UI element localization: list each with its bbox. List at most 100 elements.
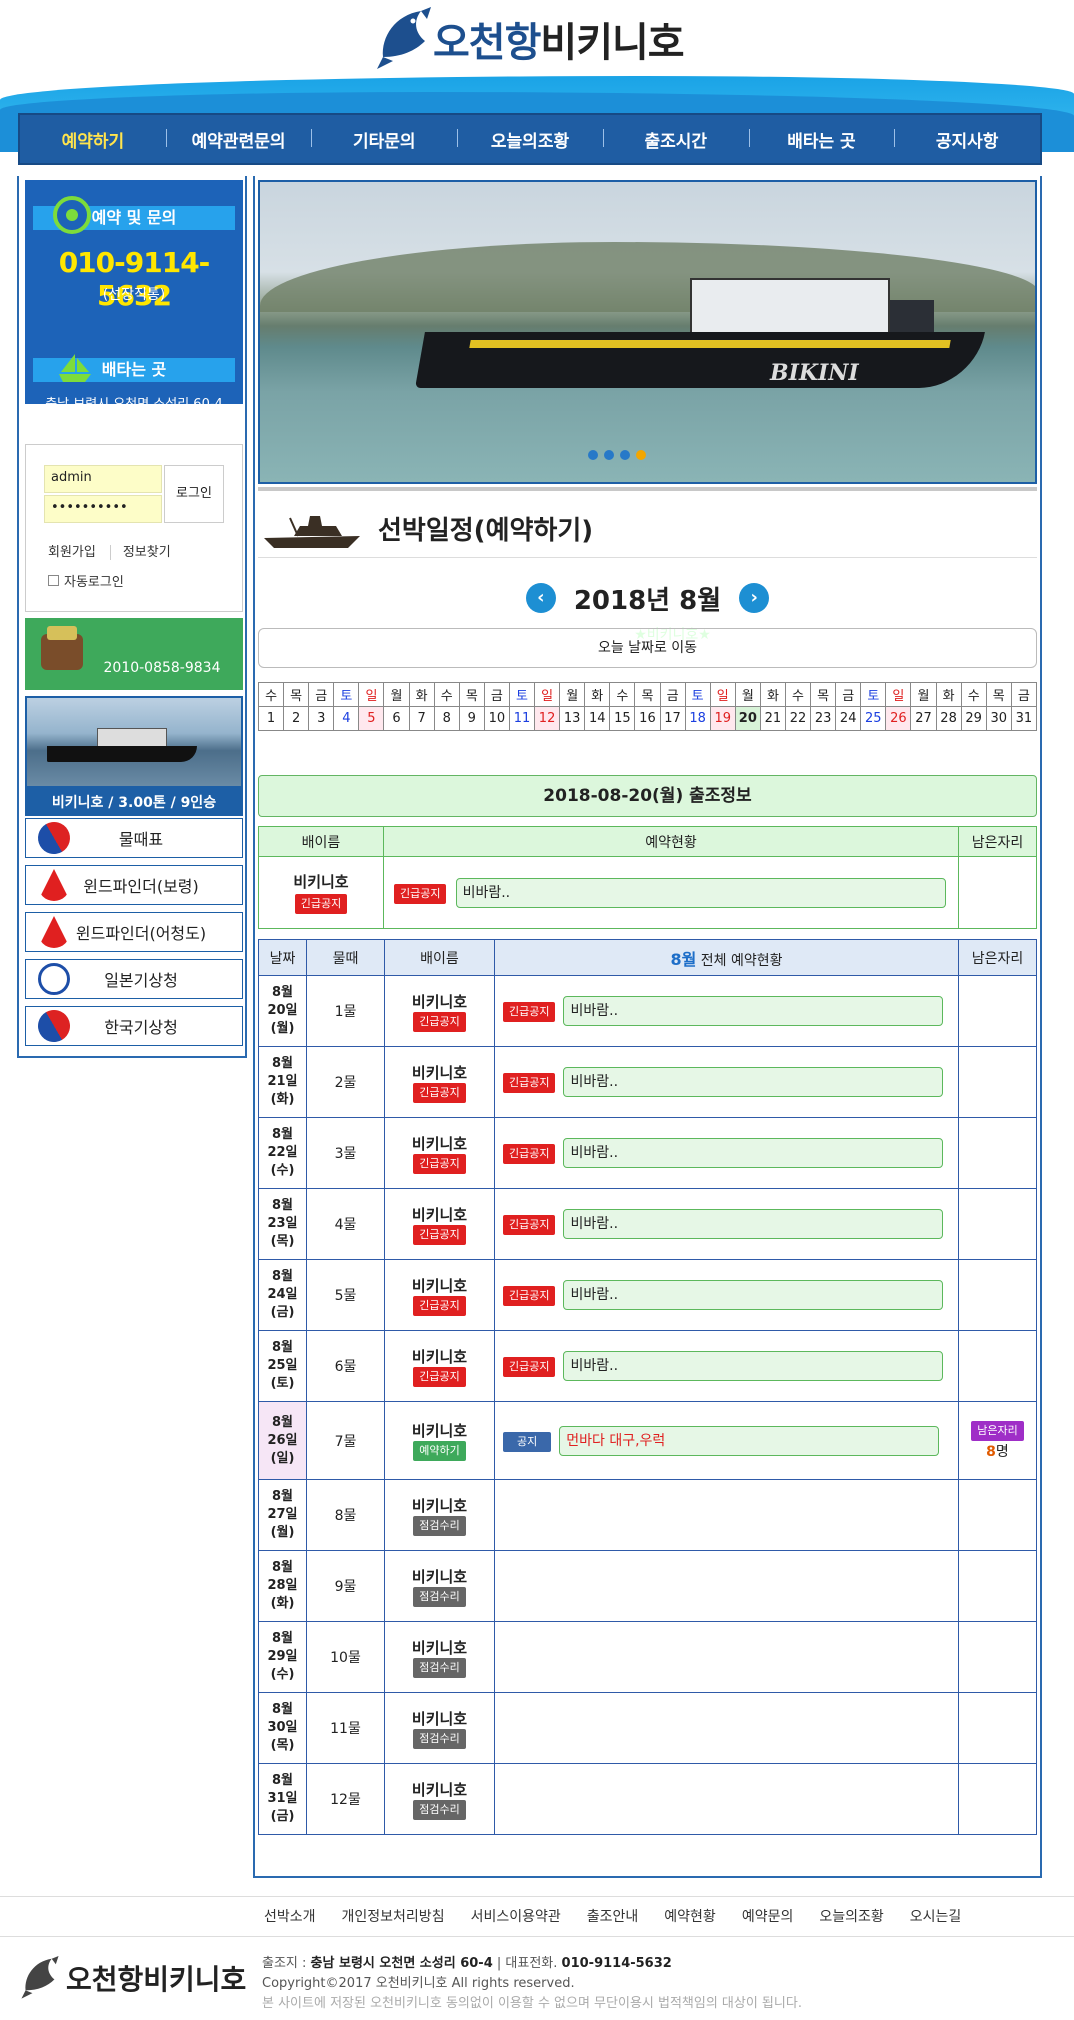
link-tide-table[interactable]: 물때표 [25,816,243,860]
nav-item-departure-time[interactable]: 출조시간 [602,127,749,152]
date-cell: 8월 26일 (일) [258,1401,307,1480]
calendar-day[interactable]: 2 [283,706,310,731]
nav-item-other-inquiry[interactable]: 기타문의 [311,127,457,152]
auto-login[interactable]: 자동로그인 [48,571,124,590]
calendar-day[interactable]: 20 [734,706,761,731]
tide-cell: 6물 [306,1330,385,1402]
boat-cell: 비키니호 긴급공지 [384,1046,495,1118]
calendar-day[interactable]: 29 [960,706,987,731]
hero-slider[interactable]: BIKINI [258,180,1037,484]
day-reservation-table: 배이름 예약현황 남은자리 비키니호 긴급공지 긴급공지 비바람.. [258,826,1037,929]
slider-dot[interactable] [604,450,614,460]
calendar-day[interactable]: 21 [759,706,786,731]
calendar-day[interactable]: 27 [910,706,937,731]
calendar-weekday: 토 [684,682,711,707]
next-month-button[interactable]: › [739,583,770,613]
calendar-day[interactable]: 22 [784,706,812,731]
auto-login-checkbox[interactable] [48,575,59,586]
link-windfinder-boryeong[interactable]: 윈드파인더(보령) [25,865,243,905]
seats-left-cell [958,1692,1037,1764]
status-badge: 점검수리 [413,1799,466,1820]
footer-link[interactable]: 오늘의조황 [819,1906,883,1926]
slider-dot[interactable] [588,450,598,460]
calendar-day[interactable]: 13 [559,706,586,731]
seats-left-cell [958,1330,1037,1402]
link-windfinder-eocheongdo[interactable]: 윈드파인더(어청도) [25,912,243,952]
footer-logo[interactable]: 오천항비키니호 [20,1954,246,2002]
prev-month-button[interactable]: ‹ [525,583,556,613]
calendar-day[interactable]: 6 [383,706,410,731]
status-badge: 긴급공지 [413,1082,466,1103]
calendar-day[interactable]: 17 [659,706,686,731]
footer-link[interactable]: 예약현황 [664,1906,716,1926]
windfinder-icon [38,916,70,948]
nav-item-today-catch[interactable]: 오늘의조황 [457,127,603,152]
calendar-day[interactable]: 5 [358,706,385,731]
footer-link[interactable]: 선박소개 [264,1906,316,1926]
calendar-day[interactable]: 4 [333,706,360,731]
calendar-weekday: 금 [483,682,510,707]
calendar-weekday: 화 [935,682,962,707]
tide-cell: 3물 [306,1117,385,1189]
month-title: 2018년 8월 [573,585,722,616]
site-logo[interactable]: 오천항비키니호 [375,6,685,72]
calendar-day[interactable]: 7 [408,706,435,731]
calendar-day[interactable]: 28 [935,706,962,731]
today-button[interactable]: 오늘 날짜로 이동 [258,628,1037,668]
table-row: 8월 20일 (월) 1물 비키니호 긴급공지 긴급공지 비바람.. [258,975,1037,1047]
boat-cell: 비키니호 긴급공지 [384,1259,495,1331]
boat-cell: 비키니호 긴급공지 [384,1188,495,1260]
footer-info: 출조지 : 충남 보령시 오천면 소성리 60-4 | 대표전화. 010-91… [262,1954,802,2014]
status-badge[interactable]: 예약하기 [413,1441,466,1461]
calendar-day[interactable]: 11 [508,706,536,731]
boat-name: 비키니호 [411,1780,468,1799]
fish-logo-icon [377,7,431,69]
reservation-cell: 긴급공지 비바람.. [494,1046,959,1118]
calendar-day[interactable]: 15 [609,706,636,731]
reservation-note: 비바람.. [563,1067,944,1097]
login-password-input[interactable]: •••••••••• [44,495,162,523]
nav-item-reserve-inquiry[interactable]: 예약관련문의 [165,127,312,152]
footer-link[interactable]: 서비스이용약관 [471,1906,561,1926]
footer-link[interactable]: 출조안내 [587,1906,639,1926]
tide-cell: 8물 [306,1479,385,1551]
calendar-day[interactable]: 3 [308,706,335,731]
nav-item-notice[interactable]: 공지사항 [894,127,1040,152]
notice-badge: 공지 [503,1431,552,1452]
login-button[interactable]: 로그인 [164,465,224,523]
calendar-day[interactable]: 1 [257,706,285,731]
footer-link[interactable]: 오시는길 [910,1906,962,1926]
login-id-input[interactable]: admin [44,465,162,493]
ship-wheel-icon [53,196,91,234]
status-badge: 긴급공지 [413,1224,466,1245]
boat-info-box[interactable]: 비키니호 / 3.00톤 / 9인승 [25,696,243,816]
footer-link[interactable]: 개인정보처리방침 [342,1906,445,1926]
calendar-day[interactable]: 12 [534,706,561,731]
login-links: 회원가입 정보찾기 [48,541,171,560]
urgent-badge: 긴급공지 [294,894,348,914]
calendar-day[interactable]: 14 [584,706,611,731]
join-link[interactable]: 회원가입 [48,545,96,560]
calendar-day[interactable]: 24 [835,706,862,731]
calendar-day[interactable]: 10 [483,706,510,731]
slider-dot[interactable] [620,450,630,460]
boat-cell: 비키니호 긴급공지 [384,1330,495,1402]
calendar-day[interactable]: 16 [634,706,661,731]
calendar-day[interactable]: 23 [810,706,837,731]
calendar-day[interactable]: 19 [709,706,736,731]
boat-name: 비키니호 [411,1709,468,1728]
calendar-day[interactable]: 31 [1010,706,1038,731]
calendar-day[interactable]: 9 [458,706,485,731]
calendar-day[interactable]: 26 [885,706,912,731]
link-korea-weather[interactable]: 한국기상청 [25,1004,243,1048]
find-info-link[interactable]: 정보찾기 [109,545,171,560]
link-japan-weather[interactable]: 일본기상청 [25,959,243,999]
footer-link[interactable]: 예약문의 [742,1906,794,1926]
calendar-day[interactable]: 18 [684,706,711,731]
calendar-day[interactable]: 8 [433,706,460,731]
nav-item-reserve[interactable]: 예약하기 [20,127,166,152]
nav-item-boarding-place[interactable]: 배타는 곳 [748,127,895,152]
calendar-day[interactable]: 30 [985,706,1012,731]
slider-dot-active[interactable] [636,450,646,460]
calendar-day[interactable]: 25 [860,706,887,731]
